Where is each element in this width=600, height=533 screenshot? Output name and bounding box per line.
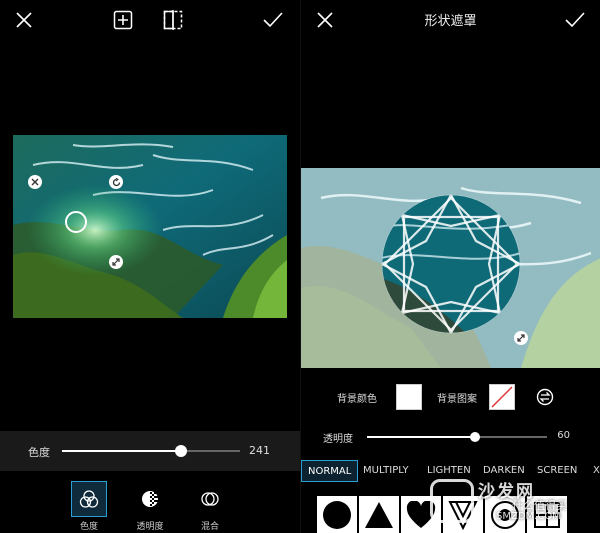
tool-blend[interactable]: 混合 <box>190 481 230 532</box>
confirm-check-icon[interactable] <box>259 6 287 34</box>
hue-slider-fill <box>62 450 181 452</box>
focus-ring[interactable] <box>65 211 87 233</box>
tool-blend-label: 混合 <box>200 522 219 532</box>
photo-canvas[interactable] <box>13 135 287 318</box>
masked-photo <box>301 168 600 368</box>
left-topbar <box>0 0 300 40</box>
left-panel: 色度 241 色度 透明度 混合 <box>0 0 300 533</box>
opacity-slider-row: 透明度 60 <box>301 424 600 448</box>
confirm-check-icon[interactable] <box>561 6 589 34</box>
opacity-value: 60 <box>557 430 570 441</box>
opacity-slider-knob[interactable] <box>470 432 480 442</box>
blend-icon <box>201 492 219 506</box>
background-pattern-label: 背景图案 <box>437 394 477 405</box>
remove-handle-icon[interactable] <box>28 175 42 189</box>
tool-opacity[interactable]: 透明度 <box>130 481 170 532</box>
tool-hue-label: 色度 <box>79 522 98 532</box>
circle-shape-icon <box>323 500 351 529</box>
river-photo <box>13 135 287 318</box>
right-panel: 形状遮罩 背景颜色 背景图案 透明度 60 NORMAL MULTIPLY LI… <box>300 0 600 533</box>
add-icon[interactable] <box>109 6 137 34</box>
hue-slider-label: 色度 <box>28 446 50 459</box>
tool-hue[interactable]: 色度 <box>69 481 109 532</box>
tool-opacity-label: 透明度 <box>136 522 164 532</box>
no-pattern-icon <box>491 386 513 408</box>
resize-handle-icon[interactable] <box>514 331 528 345</box>
opacity-label: 透明度 <box>323 434 353 445</box>
hue-slider-value: 241 <box>249 444 270 457</box>
page-title: 形状遮罩 <box>424 14 477 29</box>
resize-handle-icon[interactable] <box>109 255 123 269</box>
background-options: 背景颜色 背景图案 <box>301 380 600 412</box>
opacity-icon <box>142 491 158 507</box>
watermark-logo <box>430 479 474 523</box>
close-icon[interactable] <box>10 6 38 34</box>
rotate-handle-icon[interactable] <box>109 175 123 189</box>
triangle-shape-icon <box>365 501 393 528</box>
tool-bar: 色度 透明度 混合 <box>0 475 300 533</box>
shape-circle[interactable] <box>317 496 357 533</box>
hue-slider-bar: 色度 241 <box>0 431 300 471</box>
opacity-slider-fill <box>367 436 475 438</box>
watermark-url: SMZDM.COM <box>496 511 561 522</box>
mask-canvas[interactable] <box>301 168 600 368</box>
background-color-swatch[interactable] <box>396 384 422 410</box>
watermark: 沙发网 什么值得买 SMZDM.COM <box>426 477 594 525</box>
blend-mode-multiply[interactable]: MULTIPLY <box>357 460 415 482</box>
blend-mode-normal[interactable]: NORMAL <box>301 460 359 482</box>
right-topbar: 形状遮罩 <box>301 0 600 40</box>
shape-triangle[interactable] <box>359 496 399 533</box>
hue-slider[interactable] <box>62 445 240 457</box>
background-color-label: 背景颜色 <box>337 394 377 405</box>
hue-icon <box>79 490 99 508</box>
flip-icon[interactable] <box>159 6 187 34</box>
opacity-slider[interactable] <box>367 432 547 442</box>
swap-icon[interactable] <box>531 383 559 411</box>
hue-slider-knob[interactable] <box>175 445 187 457</box>
background-pattern-swatch[interactable] <box>489 384 515 410</box>
